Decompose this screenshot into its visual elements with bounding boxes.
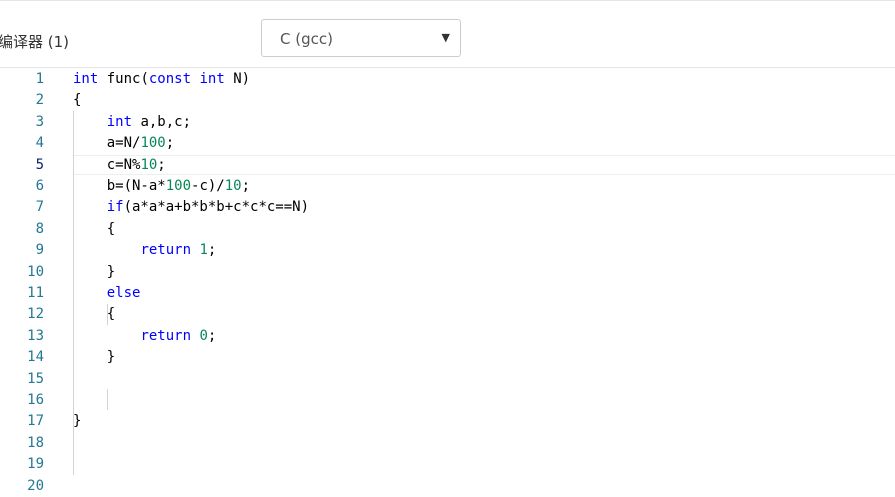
code-token: ; [157, 156, 166, 173]
code-number: 10 [140, 156, 158, 173]
code-line: int a,b,c; [73, 112, 191, 133]
code-token: -c)/ [191, 178, 225, 194]
code-token: { [73, 92, 82, 109]
code-token: { [73, 306, 116, 323]
code-token: func( [98, 71, 149, 87]
code-editor[interactable]: 1 2 3 4 5 6 7 8 9 10 11 12 13 14 15 16 17 18 19 20 int func… [0, 68, 895, 496]
code-token: a=N/ [73, 135, 141, 152]
code-line: { [73, 90, 81, 111]
triangle-down-icon[interactable]: ▼ [442, 31, 450, 44]
language-select[interactable]: C (gcc) ▼ [261, 19, 461, 57]
code-line: if(a*a*a+b*b*b+c*c*c==N) [73, 197, 309, 218]
code-token: ; [207, 242, 217, 259]
code-line: { [73, 219, 115, 240]
line-number: 19 [27, 456, 44, 473]
code-line: } [73, 411, 81, 432]
compiler-label: 编译器 (1) [0, 33, 70, 51]
code-line: return 0; [73, 326, 216, 347]
line-number: 17 [27, 413, 44, 430]
line-number: 3 [35, 113, 44, 130]
line-number: 13 [27, 327, 44, 344]
code-line: int func(const int N) [73, 69, 250, 90]
code-token: a,b,c; [132, 113, 192, 130]
code-token: } [73, 263, 116, 280]
line-number: 14 [27, 349, 44, 366]
code-number: 100 [140, 135, 166, 152]
code-keyword: return [140, 327, 192, 344]
code-keyword: else [106, 285, 141, 301]
line-number: 10 [27, 263, 44, 280]
line-number: 15 [27, 370, 44, 387]
code-line: { [73, 304, 115, 325]
line-number: 4 [35, 135, 44, 152]
code-line: a=N/100; [73, 133, 174, 154]
line-number: 5 [35, 156, 44, 173]
line-number: 16 [27, 392, 44, 408]
code-keyword: int [106, 113, 133, 130]
code-keyword: return [140, 242, 192, 259]
code-line: else [73, 283, 141, 304]
line-number: 20 [27, 477, 44, 494]
line-number: 18 [27, 434, 44, 451]
code-token: (a*a*a+b*b*b+c*c*c==N) [123, 199, 310, 216]
line-number: 12 [27, 306, 44, 323]
code-token: ; [165, 135, 175, 152]
indent-guide [107, 389, 108, 410]
code-token: ; [241, 178, 251, 194]
code-token: N) [224, 71, 251, 87]
code-keyword: int [73, 71, 99, 87]
code-keyword: const [148, 71, 192, 87]
code-line: } [73, 262, 115, 283]
code-token: c=N% [73, 156, 141, 173]
line-number: 2 [35, 92, 44, 109]
code-number: 10 [224, 178, 242, 194]
code-number: 0 [199, 327, 208, 344]
code-keyword: if [106, 199, 124, 216]
current-line-highlight [73, 154, 895, 175]
code-line: c=N%10; [73, 155, 166, 176]
code-line: b=(N-a*100-c)/10; [73, 176, 250, 197]
compiler-toolbar: 编译器 (1) C (gcc) ▼ [0, 1, 895, 67]
code-keyword: int [199, 71, 225, 87]
code-token: } [73, 413, 82, 430]
code-line: } [73, 347, 115, 368]
line-number: 6 [35, 178, 44, 194]
language-select-value: C (gcc) [280, 30, 333, 48]
code-number: 100 [165, 178, 192, 194]
line-number: 9 [35, 242, 44, 259]
line-number: 11 [27, 285, 44, 301]
code-token: } [73, 349, 116, 366]
code-token: ; [207, 327, 217, 344]
line-number: 8 [35, 220, 44, 237]
code-number: 1 [199, 242, 208, 259]
code-line: return 1; [73, 240, 216, 261]
code-token: b=(N-a* [73, 178, 166, 194]
line-number: 1 [35, 71, 44, 87]
line-number: 7 [35, 199, 44, 216]
code-token: { [73, 220, 116, 237]
